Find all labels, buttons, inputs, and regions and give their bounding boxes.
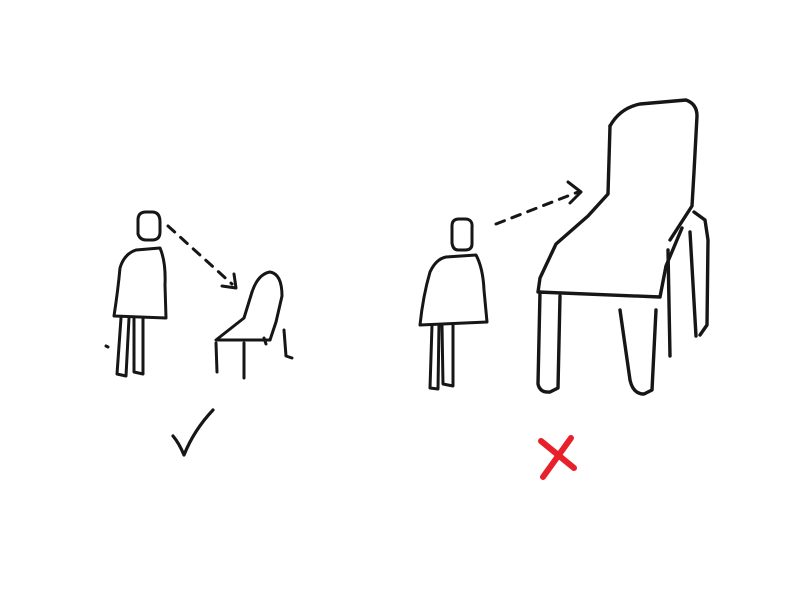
chair-small-leg-mid (262, 336, 268, 346)
chair-oversized-leg-back-left (666, 248, 672, 358)
canvas-background (0, 0, 800, 600)
sketch-diagram (0, 0, 800, 600)
diagram-canvas (0, 0, 800, 600)
chair-small-leg-left (214, 341, 219, 374)
person-left-tick (104, 344, 110, 349)
